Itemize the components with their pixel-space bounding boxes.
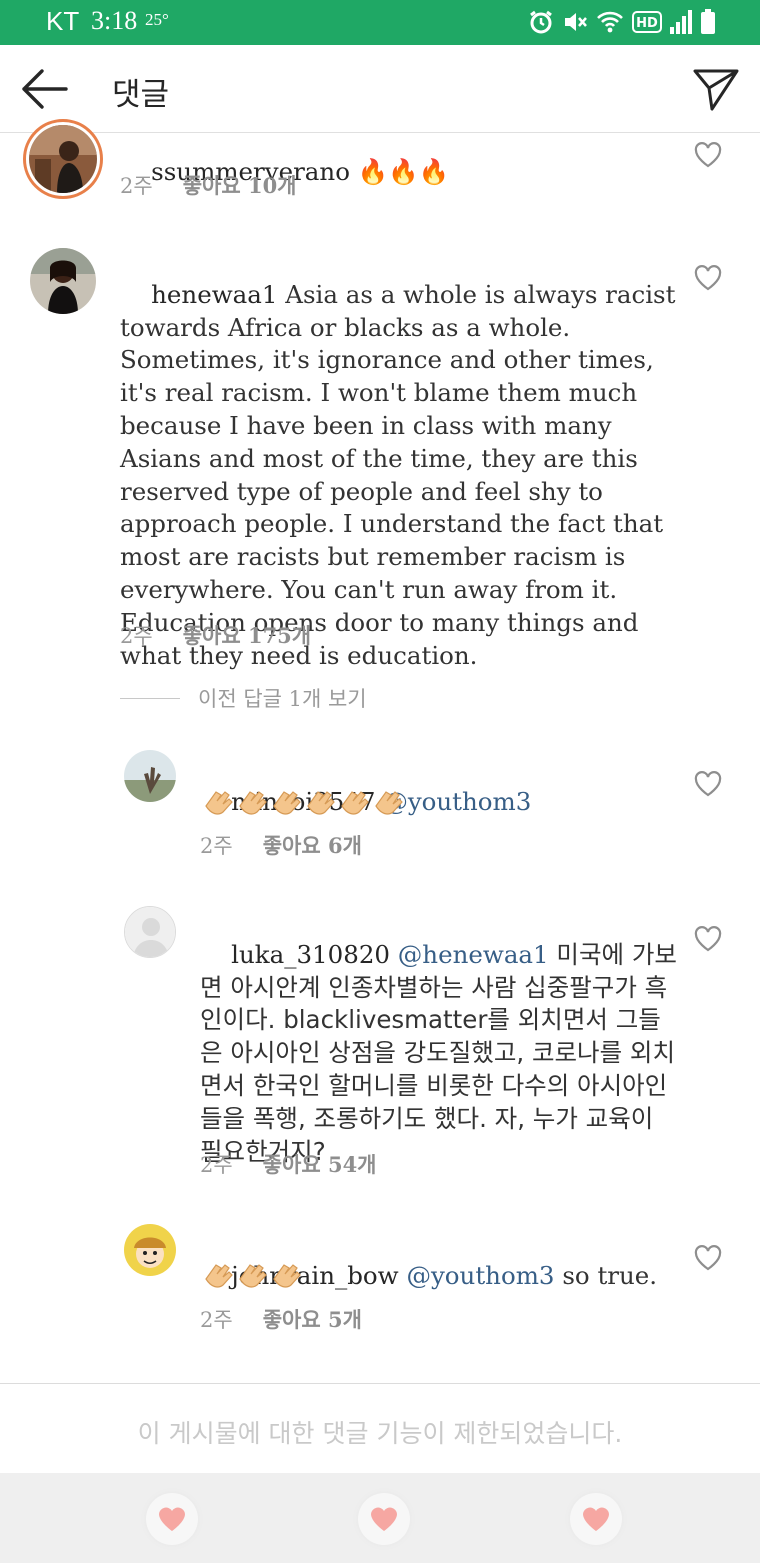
heart-reaction-button[interactable] bbox=[358, 1493, 410, 1545]
username-link[interactable]: luka_310820 bbox=[231, 940, 390, 969]
app-bar: 댓글 bbox=[0, 45, 760, 133]
clap-emoji-icon bbox=[273, 1264, 301, 1288]
comment-text: 🔥🔥🔥 bbox=[357, 156, 450, 186]
comment-time: 2주 bbox=[200, 1308, 233, 1332]
heart-icon[interactable] bbox=[694, 142, 722, 168]
battery-icon bbox=[701, 9, 715, 34]
clap-emoji-icon bbox=[273, 791, 301, 815]
heart-emoji-icon bbox=[371, 1507, 397, 1531]
comment-meta: 2주 좋아요 5개 bbox=[200, 1304, 362, 1334]
alarm-icon bbox=[530, 10, 552, 34]
wifi-icon bbox=[597, 11, 623, 33]
clap-emoji-icon bbox=[375, 791, 403, 815]
heart-icon[interactable] bbox=[694, 265, 722, 291]
arrow-left-icon[interactable] bbox=[20, 67, 68, 111]
comment-meta: 2주 좋아요 10개 bbox=[120, 170, 297, 200]
carrier-label: KT bbox=[46, 6, 80, 36]
avatar[interactable] bbox=[23, 119, 103, 199]
comment-time: 2주 bbox=[200, 1153, 233, 1177]
mention-link[interactable]: @youthom3 bbox=[406, 1261, 554, 1290]
comment-text: so true. bbox=[562, 1260, 658, 1290]
status-icons: HD bbox=[528, 8, 716, 36]
clock: 3:18 bbox=[91, 6, 138, 35]
clap-emoji-icon bbox=[307, 791, 335, 815]
heart-icon[interactable] bbox=[694, 1245, 722, 1271]
comment-time: 2주 bbox=[120, 174, 153, 198]
reaction-bar bbox=[0, 1473, 760, 1563]
comment-time: 2주 bbox=[200, 834, 233, 858]
comment-meta: 2주 좋아요 54개 bbox=[200, 1149, 377, 1179]
temperature: 25° bbox=[145, 10, 169, 29]
clap-emoji-icon bbox=[239, 791, 267, 815]
clap-emoji-row bbox=[200, 1259, 302, 1289]
likes-count[interactable]: 좋아요 5개 bbox=[263, 1307, 362, 1332]
avatar[interactable] bbox=[30, 248, 96, 314]
status-bar: KT 3:18 25° HD bbox=[0, 0, 760, 45]
paper-plane-icon[interactable] bbox=[692, 65, 740, 113]
avatar[interactable] bbox=[124, 1224, 176, 1276]
comments-disabled-bar: 이 게시물에 대한 댓글 기능이 제한되었습니다. bbox=[0, 1383, 760, 1473]
clap-emoji-row bbox=[200, 786, 404, 816]
heart-reaction-button[interactable] bbox=[570, 1493, 622, 1545]
clap-emoji-icon bbox=[205, 791, 233, 815]
hd-icon: HD bbox=[632, 11, 662, 33]
page-title: 댓글 bbox=[112, 77, 170, 113]
comments-disabled-notice: 이 게시물에 대한 댓글 기능이 제한되었습니다. bbox=[137, 1419, 623, 1448]
likes-count[interactable]: 좋아요 6개 bbox=[263, 833, 362, 858]
clap-emoji-icon bbox=[239, 1264, 267, 1288]
heart-emoji-icon bbox=[159, 1507, 185, 1531]
comment-meta: 2주 좋아요 6개 bbox=[200, 830, 362, 860]
clap-emoji-icon bbox=[341, 791, 369, 815]
comment-text: 미국에 가보면 아시안계 인종차별하는 사람 십중팔구가 흑인이다. black… bbox=[200, 939, 677, 1166]
hd-label: HD bbox=[636, 16, 658, 31]
view-previous-replies[interactable]: 이전 답글 1개 보기 bbox=[120, 684, 367, 712]
view-previous-replies-label: 이전 답글 1개 보기 bbox=[198, 687, 367, 711]
username-link[interactable]: henewaa1 bbox=[151, 280, 277, 309]
avatar[interactable] bbox=[124, 750, 176, 802]
divider bbox=[120, 697, 180, 699]
heart-icon[interactable] bbox=[694, 771, 722, 797]
likes-count[interactable]: 좋아요 10개 bbox=[183, 173, 297, 198]
comment-meta: 2주 좋아요 175개 bbox=[120, 620, 311, 650]
signal-icon bbox=[670, 10, 692, 34]
mention-link[interactable]: @henewaa1 bbox=[398, 940, 549, 969]
mention-link[interactable]: @youthom3 bbox=[383, 787, 531, 816]
comment-text: Asia as a whole is always racist towards… bbox=[120, 279, 684, 670]
mute-icon bbox=[565, 13, 587, 31]
likes-count[interactable]: 좋아요 54개 bbox=[263, 1152, 377, 1177]
heart-icon[interactable] bbox=[694, 926, 722, 952]
heart-reaction-button[interactable] bbox=[146, 1493, 198, 1545]
comment-time: 2주 bbox=[120, 624, 153, 648]
likes-count[interactable]: 좋아요 175개 bbox=[183, 623, 311, 648]
heart-emoji-icon bbox=[583, 1507, 609, 1531]
avatar[interactable] bbox=[124, 906, 176, 958]
clap-emoji-icon bbox=[205, 1264, 233, 1288]
